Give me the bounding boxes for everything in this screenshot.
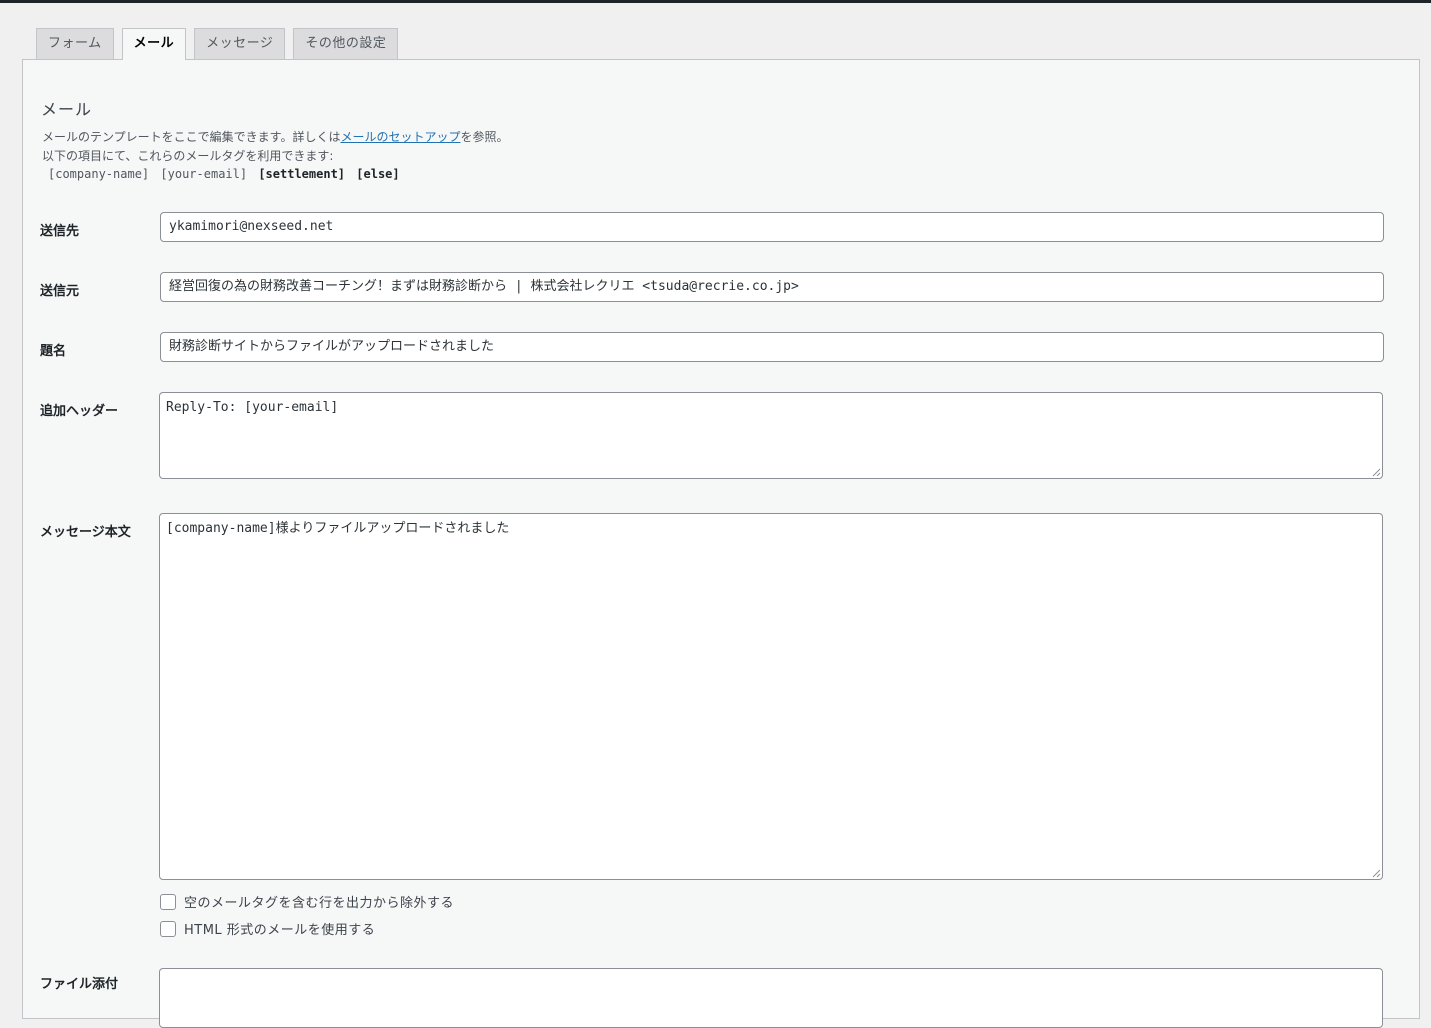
editor-tabs: フォーム メール メッセージ その他の設定 xyxy=(36,28,399,60)
mail-tag: [your-email] xyxy=(160,167,248,181)
file-attachments-textarea[interactable] xyxy=(159,968,1383,1028)
tab-messages[interactable]: メッセージ xyxy=(194,28,286,59)
mail-tag: [else] xyxy=(356,167,400,181)
additional-headers-text: Reply-To: [your-email] xyxy=(166,400,339,415)
use-html-label: HTML 形式のメールを使用する xyxy=(184,923,376,938)
desc-suffix: を参照。 xyxy=(460,130,509,144)
panel-title: メール xyxy=(41,100,93,119)
mail-panel: メール メールのテンプレートをここで編集できます。詳しくはメールのセットアップを… xyxy=(22,59,1420,1028)
mail-tag-list: [company-name] [your-email] [settlement]… xyxy=(48,167,404,181)
use-html-option[interactable]: HTML 形式のメールを使用する xyxy=(160,919,375,938)
mail-setup-link[interactable]: メールのセットアップ xyxy=(340,130,460,144)
tab-form[interactable]: フォーム xyxy=(36,28,114,59)
resize-grip-icon[interactable] xyxy=(1372,468,1381,477)
use-html-checkbox[interactable] xyxy=(160,920,176,937)
to-input[interactable]: ykamimori@nexseed.net xyxy=(160,212,1384,242)
additional-headers-label: 追加ヘッダー xyxy=(40,404,119,419)
file-attachments-label: ファイル添付 xyxy=(40,977,119,992)
mail-tag: [settlement] xyxy=(258,167,346,181)
message-body-text: [company-name]様よりファイルアップロードされました xyxy=(166,521,510,536)
panel-description: メールのテンプレートをここで編集できます。詳しくはメールのセットアップを参照。 … xyxy=(42,128,508,166)
mail-tag: [company-name] xyxy=(48,167,150,181)
desc-line2: 以下の項目にて、これらのメールタグを利用できます: xyxy=(42,149,334,163)
resize-grip-icon[interactable] xyxy=(1372,869,1381,878)
exclude-blank-checkbox[interactable] xyxy=(160,893,176,910)
from-input[interactable]: 経営回復の為の財務改善コーチング！まずは財務診断から | 株式会社レクリエ <t… xyxy=(160,272,1384,302)
message-body-textarea[interactable]: [company-name]様よりファイルアップロードされました xyxy=(159,513,1383,880)
to-label: 送信先 xyxy=(40,224,80,239)
exclude-blank-label: 空のメールタグを含む行を出力から除外する xyxy=(184,896,455,911)
desc-prefix: メールのテンプレートをここで編集できます。詳しくは xyxy=(42,130,341,144)
additional-headers-textarea[interactable]: Reply-To: [your-email] xyxy=(159,392,1383,479)
subject-label: 題名 xyxy=(40,344,67,359)
message-body-label: メッセージ本文 xyxy=(40,525,131,540)
tab-mail[interactable]: メール xyxy=(121,28,187,60)
subject-input[interactable]: 財務診断サイトからファイルがアップロードされました xyxy=(160,332,1384,362)
exclude-blank-option[interactable]: 空のメールタグを含む行を出力から除外する xyxy=(160,892,454,911)
admin-top-bar xyxy=(0,0,1431,3)
tab-additional-settings[interactable]: その他の設定 xyxy=(293,28,399,59)
from-label: 送信元 xyxy=(40,284,80,299)
